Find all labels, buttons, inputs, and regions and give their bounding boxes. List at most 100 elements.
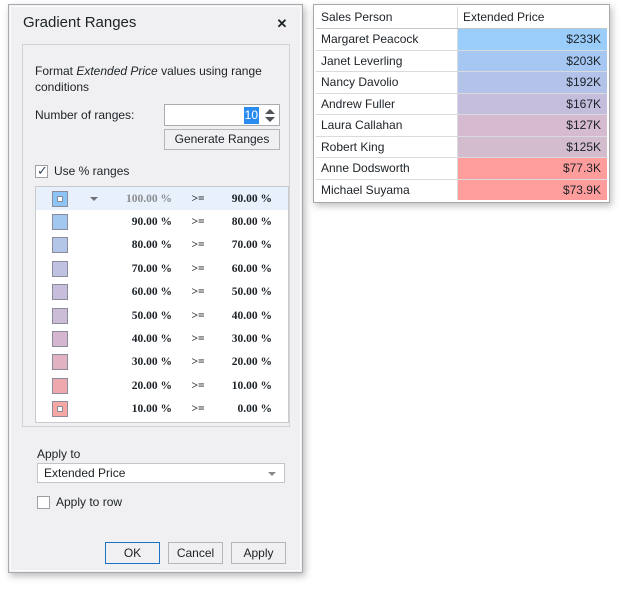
chevron-down-icon[interactable] xyxy=(268,472,276,476)
chevron-up-icon[interactable] xyxy=(265,109,275,114)
check-icon: ✓ xyxy=(37,163,48,179)
range-from-value: 60.00 % xyxy=(104,286,172,298)
table-row[interactable]: Anne Dodsworth$77.3K xyxy=(316,158,607,180)
grid-header-row: Sales PersonExtended Price xyxy=(316,7,607,29)
color-swatch-icon[interactable] xyxy=(52,331,68,347)
range-color-cell[interactable] xyxy=(36,378,84,394)
extended-price-cell: $233K xyxy=(458,29,607,50)
apply-button[interactable]: Apply xyxy=(231,542,286,564)
column-header[interactable]: Extended Price xyxy=(458,7,607,28)
apply-to-row-checkbox[interactable] xyxy=(37,496,50,509)
range-color-cell[interactable] xyxy=(36,191,84,207)
stepper-buttons[interactable] xyxy=(262,105,278,125)
range-color-cell[interactable] xyxy=(36,354,84,370)
generate-ranges-button[interactable]: Generate Ranges xyxy=(164,129,280,150)
chevron-down-icon[interactable] xyxy=(265,117,275,122)
range-color-cell[interactable] xyxy=(36,284,84,300)
close-icon[interactable]: ✕ xyxy=(272,15,292,33)
range-from-value: 50.00 % xyxy=(104,310,172,322)
range-color-cell[interactable] xyxy=(36,401,84,417)
color-swatch-icon[interactable] xyxy=(52,191,68,207)
range-from-value: 70.00 % xyxy=(104,263,172,275)
extended-price-cell: $192K xyxy=(458,72,607,93)
table-row[interactable]: Nancy Davolio$192K xyxy=(316,72,607,94)
apply-to-label: Apply to xyxy=(37,447,80,461)
use-percent-ranges-label: Use % ranges xyxy=(54,164,129,178)
description-field: Extended Price xyxy=(76,64,157,78)
range-to-value: 80.00 % xyxy=(224,216,288,228)
range-from-value: 40.00 % xyxy=(104,333,172,345)
range-color-cell[interactable] xyxy=(36,214,84,230)
table-row[interactable]: Andrew Fuller$167K xyxy=(316,94,607,116)
ok-button[interactable]: OK xyxy=(105,542,160,564)
extended-price-cell: $125K xyxy=(458,137,607,158)
sales-grid: Sales PersonExtended PriceMargaret Peaco… xyxy=(313,4,610,203)
range-list[interactable]: 100.00 %>=90.00 %90.00 %>=80.00 %80.00 %… xyxy=(35,186,289,423)
range-row[interactable]: 10.00 %>=0.00 % xyxy=(36,398,288,421)
range-row[interactable]: 30.00 %>=20.00 % xyxy=(36,351,288,374)
description-prefix: Format xyxy=(35,64,76,78)
apply-to-select[interactable]: Extended Price xyxy=(37,463,285,483)
extended-price-cell: $203K xyxy=(458,51,607,72)
range-color-dropdown-cell[interactable] xyxy=(84,197,104,201)
range-from-value: 20.00 % xyxy=(104,380,172,392)
table-row[interactable]: Robert King$125K xyxy=(316,137,607,159)
number-of-ranges-label: Number of ranges: xyxy=(35,108,134,122)
sales-person-cell: Anne Dodsworth xyxy=(316,158,458,179)
range-operator: >= xyxy=(172,239,224,251)
chevron-down-icon[interactable] xyxy=(90,197,98,201)
color-swatch-icon[interactable] xyxy=(52,354,68,370)
table-row[interactable]: Margaret Peacock$233K xyxy=(316,29,607,51)
range-operator: >= xyxy=(172,333,224,345)
grid-body: Sales PersonExtended PriceMargaret Peaco… xyxy=(316,7,607,200)
table-row[interactable]: Laura Callahan$127K xyxy=(316,115,607,137)
number-of-ranges-value[interactable]: 10 xyxy=(244,107,259,124)
number-of-ranges-stepper[interactable]: 10 xyxy=(164,104,280,126)
sales-person-cell: Andrew Fuller xyxy=(316,94,458,115)
range-row[interactable]: 90.00 %>=80.00 % xyxy=(36,210,288,233)
range-row[interactable]: 20.00 %>=10.00 % xyxy=(36,374,288,397)
swatch-inner-marker xyxy=(57,196,63,202)
range-operator: >= xyxy=(172,286,224,298)
dialog-titlebar[interactable]: Gradient Ranges ✕ xyxy=(9,5,302,43)
range-color-cell[interactable] xyxy=(36,237,84,253)
range-color-cell[interactable] xyxy=(36,308,84,324)
color-swatch-icon[interactable] xyxy=(52,401,68,417)
range-row[interactable]: 100.00 %>=90.00 % xyxy=(36,187,288,210)
range-color-cell[interactable] xyxy=(36,331,84,347)
range-row[interactable]: 50.00 %>=40.00 % xyxy=(36,304,288,327)
color-swatch-icon[interactable] xyxy=(52,378,68,394)
range-row[interactable]: 40.00 %>=30.00 % xyxy=(36,327,288,350)
color-swatch-icon[interactable] xyxy=(52,308,68,324)
range-to-value: 20.00 % xyxy=(224,356,288,368)
range-operator: >= xyxy=(172,403,224,415)
range-to-value: 30.00 % xyxy=(224,333,288,345)
range-operator: >= xyxy=(172,263,224,275)
color-swatch-icon[interactable] xyxy=(52,284,68,300)
cancel-button[interactable]: Cancel xyxy=(168,542,223,564)
table-row[interactable]: Michael Suyama$73.9K xyxy=(316,180,607,201)
range-operator: >= xyxy=(172,380,224,392)
range-row[interactable]: 80.00 %>=70.00 % xyxy=(36,234,288,257)
sales-person-cell: Janet Leverling xyxy=(316,51,458,72)
range-operator: >= xyxy=(172,356,224,368)
color-swatch-icon[interactable] xyxy=(52,214,68,230)
apply-to-value: Extended Price xyxy=(44,466,125,480)
table-row[interactable]: Janet Leverling$203K xyxy=(316,51,607,73)
description-text: Format Extended Price values using range… xyxy=(35,63,275,95)
apply-to-row-label: Apply to row xyxy=(56,495,122,509)
range-to-value: 70.00 % xyxy=(224,239,288,251)
color-swatch-icon[interactable] xyxy=(52,237,68,253)
sales-person-cell: Michael Suyama xyxy=(316,180,458,201)
use-percent-ranges-checkbox[interactable]: ✓ xyxy=(35,165,48,178)
range-to-value: 90.00 % xyxy=(224,193,288,205)
extended-price-cell: $167K xyxy=(458,94,607,115)
color-swatch-icon[interactable] xyxy=(52,261,68,277)
dialog-title: Gradient Ranges xyxy=(23,14,136,31)
column-header[interactable]: Sales Person xyxy=(316,7,458,28)
range-color-cell[interactable] xyxy=(36,261,84,277)
range-to-value: 10.00 % xyxy=(224,380,288,392)
range-row[interactable]: 60.00 %>=50.00 % xyxy=(36,281,288,304)
range-row[interactable]: 70.00 %>=60.00 % xyxy=(36,257,288,280)
range-operator: >= xyxy=(172,216,224,228)
